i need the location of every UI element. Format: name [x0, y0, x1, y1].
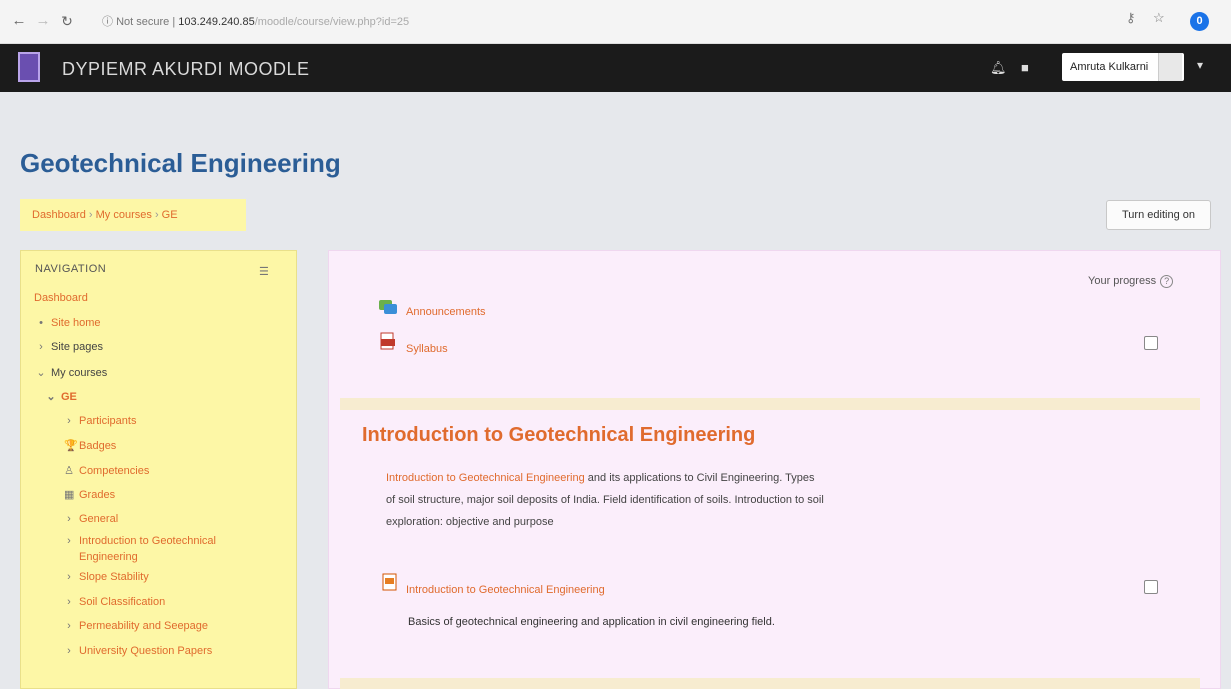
progress-text: Your progress	[1088, 275, 1157, 287]
pdf-icon	[380, 332, 395, 350]
help-icon[interactable]: ?	[1160, 275, 1174, 288]
nav-item-icon: ›	[67, 595, 71, 608]
forum-icon	[379, 300, 397, 314]
site-navbar: DYPIEMR AKURDI MOODLE 🔔︎ ■ Amruta Kulkar…	[0, 44, 1231, 92]
avatar[interactable]	[1158, 53, 1182, 81]
nav-item-label-continued: Engineering	[79, 551, 138, 563]
nav-item-label: General	[79, 512, 119, 525]
nav-item[interactable]: › Soil Classification	[64, 596, 165, 608]
nav-item-label: Dashboard	[34, 292, 88, 304]
section-divider	[340, 678, 1200, 689]
reload-icon[interactable]: ↻	[58, 12, 76, 30]
completion-checkbox[interactable]	[1144, 336, 1158, 350]
nav-item-label: Soil Classification	[79, 595, 166, 608]
activity-syllabus[interactable]: Syllabus	[406, 343, 448, 355]
breadcrumb-course[interactable]: GE	[162, 209, 178, 221]
site-logo[interactable]	[18, 52, 40, 82]
nav-item-icon: ⌄	[46, 391, 56, 403]
nav-item[interactable]: › University Question Papers	[64, 645, 212, 657]
nav-item-label: Badges	[79, 440, 117, 452]
site-name[interactable]: DYPIEMR AKURDI MOODLE	[62, 59, 310, 80]
breadcrumb-dashboard[interactable]: Dashboard	[32, 209, 86, 221]
block-menu-icon[interactable]: ☰	[259, 265, 269, 278]
security-label: Not secure	[116, 16, 170, 28]
nav-item-label: Grades	[79, 489, 116, 501]
url-host: 103.249.240.85	[178, 16, 255, 28]
section-divider	[340, 398, 1200, 410]
navigation-heading: NAVIGATION	[35, 263, 107, 275]
nav-item[interactable]: › Participants	[64, 415, 136, 427]
bookmark-star-icon[interactable]: ☆	[1153, 10, 1165, 26]
turn-editing-on-button[interactable]: Turn editing on	[1106, 200, 1211, 230]
nav-item[interactable]: › General	[64, 513, 118, 525]
nav-item-label: Introduction to Geotechnical	[79, 535, 216, 547]
nav-item-label: Competencies	[79, 464, 150, 477]
nav-item-label: Site home	[51, 316, 101, 329]
breadcrumb: Dashboard › My courses › GE	[20, 199, 246, 231]
key-icon[interactable]: ⚷	[1126, 10, 1136, 26]
nav-item[interactable]: ▦ Grades	[64, 488, 115, 501]
nav-item-label: University Question Papers	[79, 644, 213, 657]
nav-item[interactable]: › Introduction to Geotechnical Engineering	[64, 533, 216, 565]
chevron-down-icon[interactable]: ▾	[1197, 58, 1203, 72]
nav-item-icon: ›	[67, 535, 71, 547]
summary-line-2: of soil structure, major soil deposits o…	[386, 494, 824, 506]
nav-item-label: Participants	[79, 414, 137, 427]
nav-item[interactable]: Dashboard	[34, 292, 88, 304]
user-name: Amruta Kulkarni	[1070, 61, 1149, 73]
summary-link[interactable]: Introduction to Geotechnical Engineering	[386, 472, 585, 484]
forward-icon[interactable]: →	[34, 12, 52, 30]
section-summary: Introduction to Geotechnical Engineering…	[386, 467, 906, 533]
activity-description: Basics of geotechnical engineering and a…	[408, 616, 775, 628]
nav-item-label: Permeability and Seepage	[79, 620, 209, 632]
activity-announcements[interactable]: Announcements	[406, 306, 486, 318]
url-path: /moodle/course/view.php?id=25	[254, 16, 410, 28]
ppt-icon	[382, 573, 397, 591]
nav-item-label: My courses	[51, 366, 108, 379]
nav-item[interactable]: • Site home	[36, 316, 101, 329]
nav-item-icon: ›	[67, 571, 71, 583]
nav-item[interactable]: › Permeability and Seepage	[64, 620, 208, 632]
info-icon[interactable]: ⓘ	[102, 16, 113, 28]
nav-item[interactable]: › Site pages	[36, 341, 103, 353]
back-icon[interactable]: ←	[10, 12, 28, 30]
section-title: Introduction to Geotechnical Engineering	[362, 424, 756, 446]
browser-toolbar: ← → ↻ ⓘ Not secure | 103.249.240.85/mood…	[0, 0, 1231, 44]
nav-item-label: GE	[61, 391, 77, 403]
nav-item-label: Slope Stability	[79, 571, 149, 583]
nav-item-icon: ⌄	[36, 366, 46, 379]
nav-item-icon: ›	[67, 512, 71, 525]
extension-icon[interactable]: 0	[1190, 12, 1209, 31]
nav-item-icon: •	[39, 316, 43, 329]
messages-icon[interactable]: ■	[1021, 60, 1029, 75]
nav-item-icon: ›	[67, 620, 71, 632]
nav-item-label: Site pages	[51, 341, 103, 353]
summary-line-3: exploration: objective and purpose	[386, 516, 554, 528]
nav-item-icon: 🏆	[64, 440, 78, 452]
activity-intro-geotech[interactable]: Introduction to Geotechnical Engineering	[406, 584, 605, 596]
progress-label: Your progress?	[1088, 275, 1174, 288]
nav-item[interactable]: 🏆Badges	[64, 439, 116, 452]
nav-item-icon: ›	[67, 414, 71, 427]
summary-line-1: and its applications to Civil Engineerin…	[584, 472, 815, 484]
nav-item-icon: ▦	[64, 489, 75, 501]
nav-item-icon: ›	[39, 341, 43, 353]
nav-item[interactable]: ♙ Competencies	[64, 464, 149, 477]
nav-item[interactable]: ⌄ GE	[46, 390, 77, 403]
breadcrumb-my-courses[interactable]: My courses	[96, 209, 152, 221]
address-bar[interactable]: ⓘ Not secure | 103.249.240.85/moodle/cou…	[102, 11, 1112, 33]
completion-checkbox[interactable]	[1144, 580, 1158, 594]
notification-bell-icon[interactable]: 🔔︎	[990, 60, 1007, 76]
nav-item[interactable]: › Slope Stability	[64, 571, 149, 583]
nav-item-icon: ♙	[64, 464, 74, 477]
page-title: Geotechnical Engineering	[20, 148, 341, 178]
nav-item[interactable]: ⌄ My courses	[36, 366, 107, 379]
nav-item-icon: ›	[67, 644, 71, 657]
